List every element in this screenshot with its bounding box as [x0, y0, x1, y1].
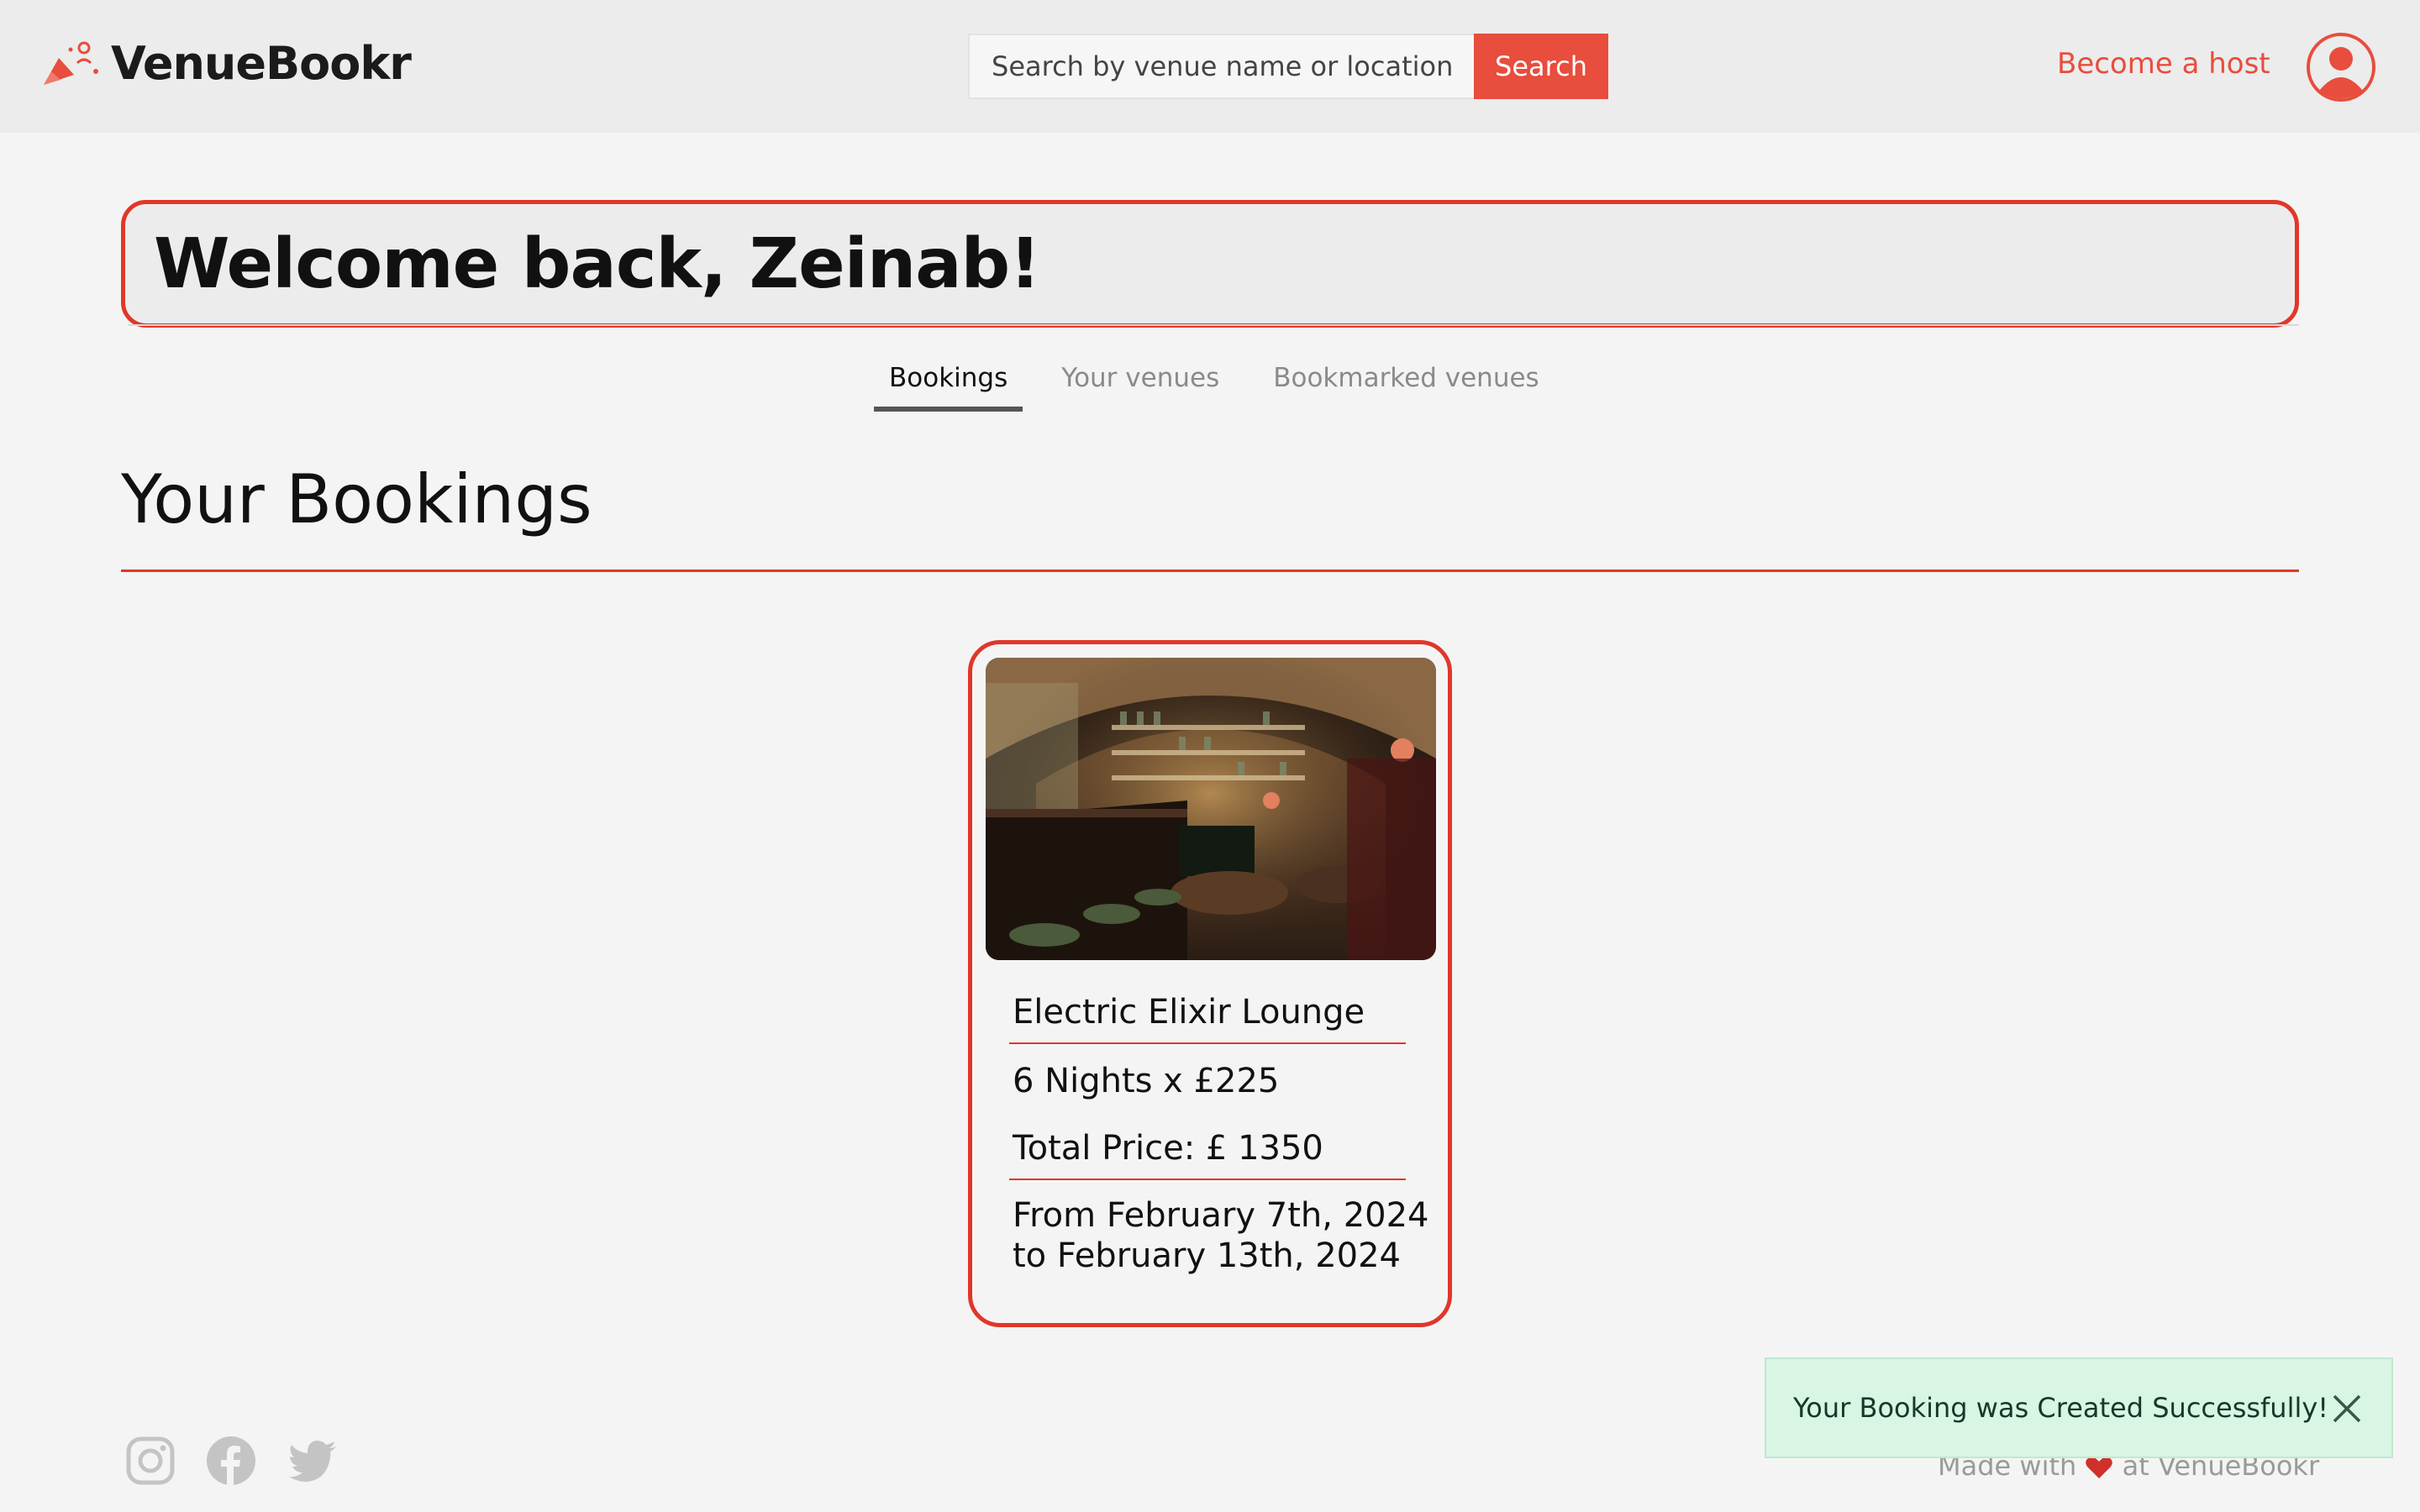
dashboard-tabs: Bookings Your venues Bookmarked venues — [874, 353, 1578, 412]
search-bar: Search — [968, 34, 1608, 99]
tab-bookings[interactable]: Bookings — [874, 353, 1023, 412]
tab-your-venues[interactable]: Your venues — [1046, 353, 1234, 412]
search-button[interactable]: Search — [1474, 34, 1608, 99]
section-divider — [121, 570, 2299, 572]
welcome-heading: Welcome back, Zeinab! — [154, 223, 1041, 304]
user-avatar-icon[interactable] — [2306, 32, 2376, 102]
card-divider — [1009, 1042, 1406, 1044]
date-to: to February 13th, 2024 — [1013, 1236, 1401, 1275]
venue-photo — [986, 658, 1436, 960]
date-from: From February 7th, 2024 — [1013, 1196, 1429, 1235]
welcome-banner: Welcome back, Zeinab! — [121, 200, 2299, 328]
toast-message: Your Booking was Created Successfully! — [1793, 1392, 2329, 1424]
facebook-icon[interactable] — [205, 1435, 257, 1487]
party-popper-icon — [44, 41, 98, 85]
total-price: Total Price: £ 1350 — [1013, 1129, 1323, 1168]
heart-icon — [2086, 1457, 2113, 1478]
top-nav: VenueBookr Search Become a host — [0, 0, 2420, 133]
close-icon[interactable] — [2331, 1393, 2363, 1425]
tab-bookmarked-venues[interactable]: Bookmarked venues — [1258, 353, 1554, 412]
twitter-icon[interactable] — [287, 1435, 339, 1487]
instagram-icon[interactable] — [124, 1435, 176, 1487]
become-host-link[interactable]: Become a host — [2057, 47, 2270, 81]
brand-name: VenueBookr — [111, 36, 412, 90]
brand-logo[interactable]: VenueBookr — [40, 34, 412, 92]
success-toast: Your Booking was Created Successfully! — [1765, 1357, 2393, 1458]
booking-card[interactable]: Electric Elixir Lounge 6 Nights x £225 T… — [968, 640, 1452, 1327]
welcome-divider — [128, 324, 2299, 326]
card-divider — [1009, 1179, 1406, 1180]
search-input[interactable] — [968, 34, 1474, 99]
nights-price: 6 Nights x £225 — [1013, 1062, 1280, 1100]
venue-name[interactable]: Electric Elixir Lounge — [1013, 992, 1365, 1032]
section-title: Your Bookings — [121, 460, 592, 538]
